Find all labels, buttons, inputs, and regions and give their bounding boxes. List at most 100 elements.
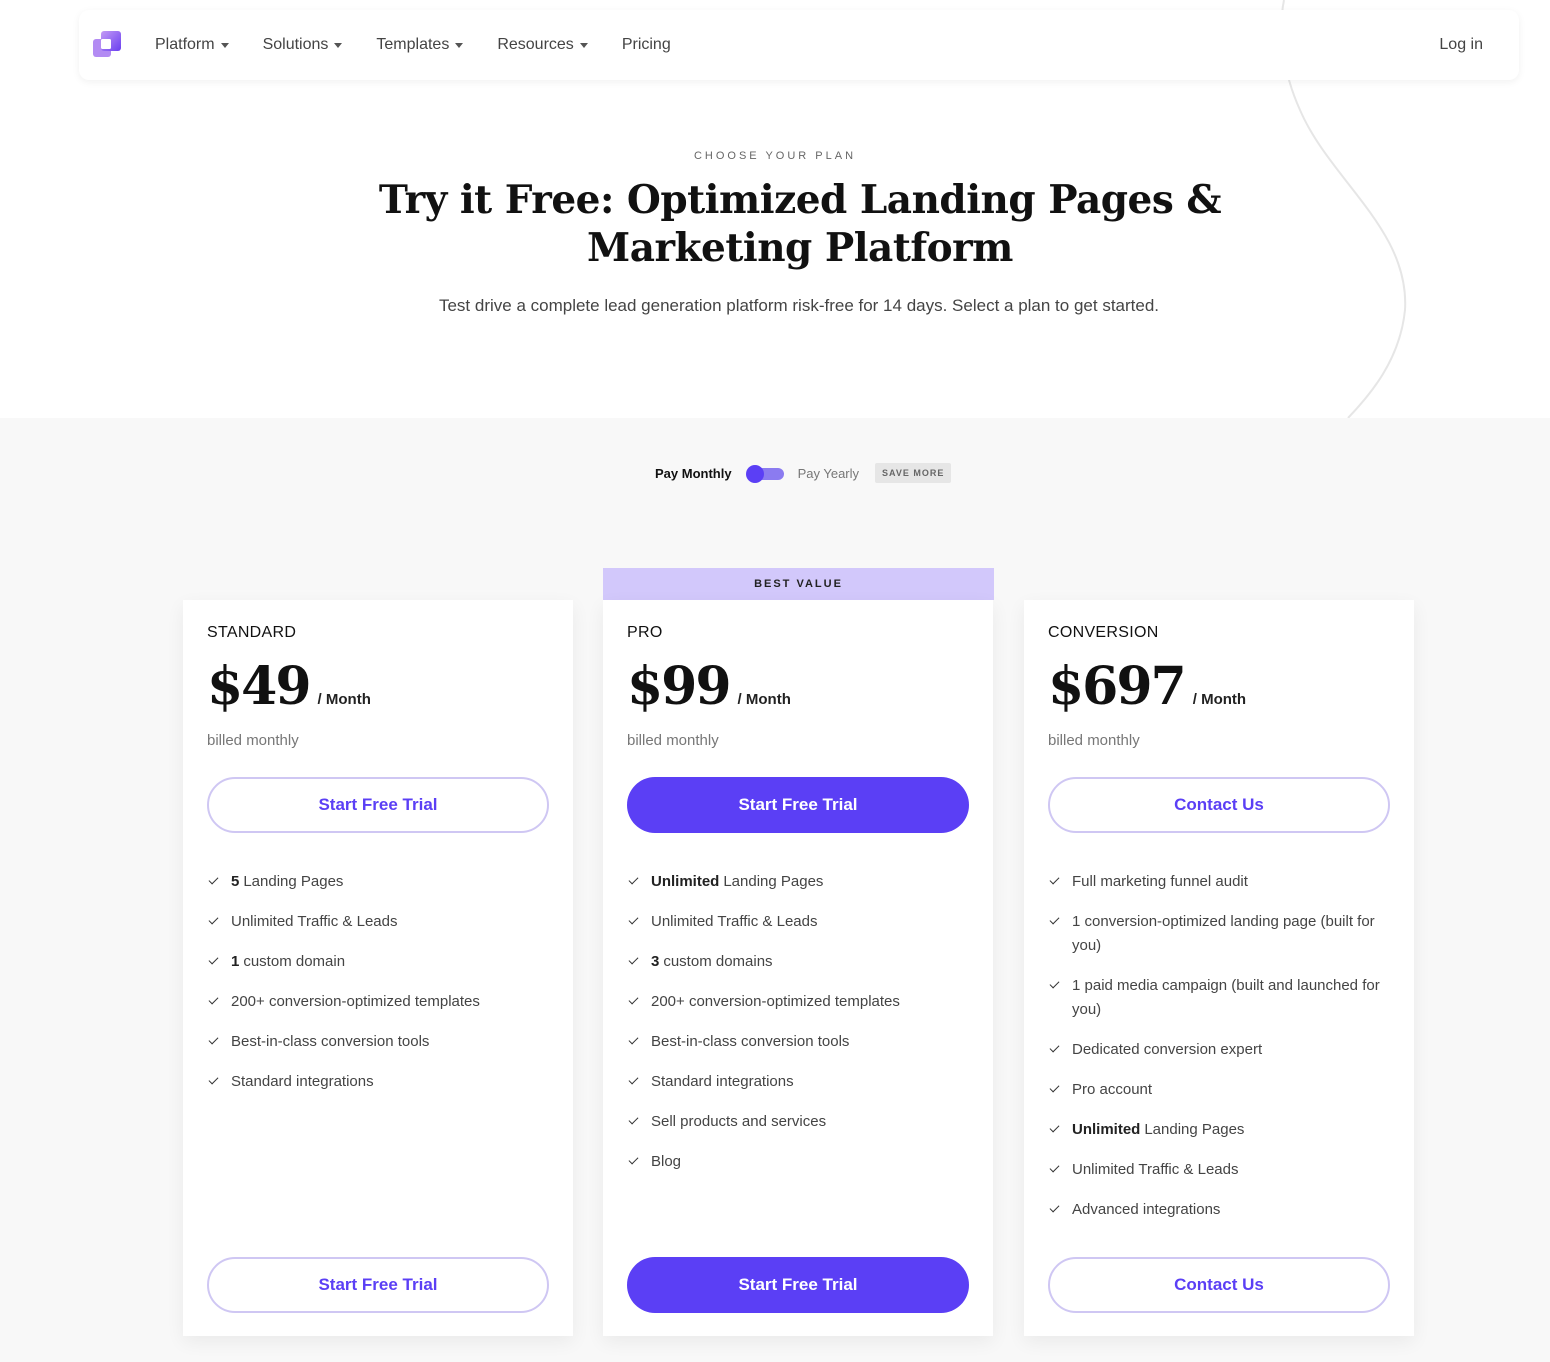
plan-cta-bottom-button[interactable]: Contact Us <box>1048 1257 1390 1313</box>
plan-price: $49 <box>207 656 312 717</box>
plan-card-standard: STANDARD $49 / Month billed monthly Star… <box>183 600 573 1336</box>
feature-text: Best-in-class conversion tools <box>231 1030 429 1054</box>
feature-text: 5 Landing Pages <box>231 870 343 894</box>
save-more-badge: SAVE MORE <box>875 463 952 483</box>
brand-logo-icon[interactable] <box>93 31 121 59</box>
pay-monthly-label[interactable]: Pay Monthly <box>655 466 732 481</box>
checkmark-icon <box>207 950 231 974</box>
feature-highlight: 1 <box>231 953 240 970</box>
feature-list: Full marketing funnel audit 1 conversion-… <box>1048 870 1390 1238</box>
feature-item: Unlimited Traffic & Leads <box>207 910 549 934</box>
checkmark-icon <box>1048 910 1072 934</box>
plan-cta-bottom-button[interactable]: Start Free Trial <box>207 1257 549 1313</box>
feature-text: Sell products and services <box>651 1110 826 1134</box>
plan-cta-bottom-button[interactable]: Start Free Trial <box>627 1257 969 1313</box>
nav-item-resources[interactable]: Resources <box>497 36 588 54</box>
billing-note: billed monthly <box>207 732 299 749</box>
feature-text: Blog <box>651 1150 681 1174</box>
feature-label: Unlimited Traffic & Leads <box>231 913 398 930</box>
nav-item-solutions[interactable]: Solutions <box>263 36 343 54</box>
feature-label: Unlimited Traffic & Leads <box>651 913 818 930</box>
checkmark-icon <box>1048 870 1072 894</box>
feature-item: Standard integrations <box>207 1070 549 1094</box>
feature-label: Blog <box>651 1153 682 1170</box>
checkmark-icon <box>627 870 651 894</box>
nav-item-label: Templates <box>376 36 450 53</box>
price-period: / Month <box>737 691 791 708</box>
feature-label: 1 paid media campaign (built and launche… <box>1072 977 1380 1018</box>
nav-item-platform[interactable]: Platform <box>155 36 229 54</box>
checkmark-icon <box>1048 1038 1072 1062</box>
feature-text: Dedicated conversion expert <box>1072 1038 1262 1062</box>
price-row: $99 / Month <box>627 656 791 717</box>
feature-text: Full marketing funnel audit <box>1072 870 1248 894</box>
plan-cta-top-button[interactable]: Start Free Trial <box>207 777 549 833</box>
feature-text: 1 custom domain <box>231 950 345 974</box>
login-link[interactable]: Log in <box>1439 10 1483 80</box>
billing-toggle-switch[interactable] <box>745 465 784 483</box>
plan-name: CONVERSION <box>1048 624 1159 641</box>
feature-item: Full marketing funnel audit <box>1048 870 1390 894</box>
feature-label: Dedicated conversion expert <box>1072 1041 1263 1058</box>
price-row: $697 / Month <box>1048 656 1246 717</box>
checkmark-icon <box>1048 1118 1072 1142</box>
nav-item-pricing[interactable]: Pricing <box>622 36 671 54</box>
plan-card-pro: PRO $99 / Month billed monthly Start Fre… <box>603 600 993 1336</box>
feature-item: 5 Landing Pages <box>207 870 549 894</box>
feature-item: 200+ conversion-optimized templates <box>207 990 549 1014</box>
checkmark-icon <box>207 1030 231 1054</box>
billing-toggle-row: Pay Monthly Pay Yearly SAVE MORE <box>655 463 952 483</box>
feature-text: Advanced integrations <box>1072 1198 1220 1222</box>
feature-text: Unlimited Landing Pages <box>651 870 823 894</box>
feature-label: Standard integrations <box>651 1073 794 1090</box>
feature-item: Blog <box>627 1150 969 1174</box>
feature-highlight: Unlimited <box>1072 1121 1141 1138</box>
nav-item-label: Solutions <box>262 36 329 53</box>
checkmark-icon <box>627 990 651 1014</box>
feature-item: Best-in-class conversion tools <box>627 1030 969 1054</box>
checkmark-icon <box>207 870 231 894</box>
feature-label: Landing Pages <box>723 873 824 890</box>
feature-item: 3 custom domains <box>627 950 969 974</box>
nav-item-label: Platform <box>155 36 215 53</box>
feature-text: Pro account <box>1072 1078 1152 1102</box>
feature-label: Landing Pages <box>243 873 344 890</box>
checkmark-icon <box>1048 1198 1072 1222</box>
checkmark-icon <box>207 990 231 1014</box>
feature-highlight: 3 <box>651 953 660 970</box>
nav-menu: Platform Solutions Templates Resources Prici… <box>155 10 705 80</box>
caret-down-icon <box>455 42 464 48</box>
feature-label: Advanced integrations <box>1072 1201 1221 1218</box>
feature-label: Full marketing funnel audit <box>1072 873 1248 890</box>
price-period: / Month <box>1192 691 1247 708</box>
feature-list: 5 Landing Pages Unlimited Traffic & Leads 1… <box>207 870 549 1110</box>
feature-item: Unlimited Landing Pages <box>627 870 969 894</box>
price-row: $49 / Month <box>207 656 371 717</box>
billing-note: billed monthly <box>1048 732 1140 749</box>
feature-highlight: Unlimited <box>651 873 720 890</box>
checkmark-icon <box>627 910 651 934</box>
checkmark-icon <box>627 1030 651 1054</box>
feature-item: Sell products and services <box>627 1110 969 1134</box>
feature-label: Unlimited Traffic & Leads <box>1072 1161 1239 1178</box>
plan-cta-top-button[interactable]: Contact Us <box>1048 777 1390 833</box>
feature-label: Best-in-class conversion tools <box>651 1033 850 1050</box>
feature-text: Best-in-class conversion tools <box>651 1030 849 1054</box>
plan-name: STANDARD <box>207 624 297 641</box>
feature-text: Standard integrations <box>231 1070 374 1094</box>
feature-text: Unlimited Landing Pages <box>1072 1118 1244 1142</box>
plan-cta-top-button[interactable]: Start Free Trial <box>627 777 969 833</box>
feature-text: 200+ conversion-optimized templates <box>231 990 480 1014</box>
feature-text: Unlimited Traffic & Leads <box>231 910 397 934</box>
pay-yearly-label[interactable]: Pay Yearly <box>798 466 859 481</box>
feature-text: 1 paid media campaign (built and launche… <box>1072 974 1390 1022</box>
caret-down-icon <box>220 42 229 48</box>
nav-item-label: Resources <box>497 36 574 53</box>
feature-item: 1 custom domain <box>207 950 549 974</box>
toggle-knob <box>745 465 764 483</box>
feature-item: Advanced integrations <box>1048 1198 1390 1222</box>
plan-card-conversion: CONVERSION $697 / Month billed monthly C… <box>1024 600 1414 1336</box>
feature-label: Pro account <box>1072 1081 1153 1098</box>
nav-item-templates[interactable]: Templates <box>376 36 464 54</box>
feature-item: Unlimited Traffic & Leads <box>1048 1158 1390 1182</box>
